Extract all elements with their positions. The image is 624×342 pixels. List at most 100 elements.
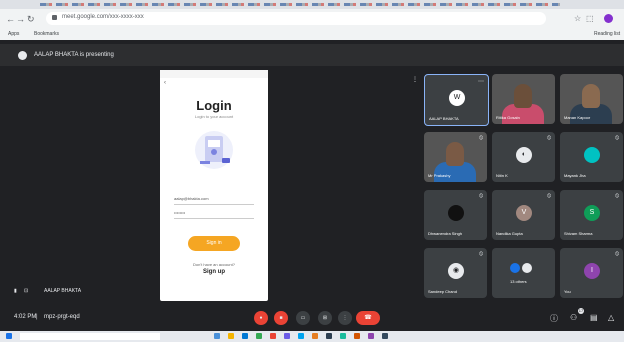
others-tile[interactable]: 13 others [492,248,555,298]
meeting-time: 4:02 PM [14,314,37,320]
avatar [522,263,532,273]
participant-tile[interactable]: I ⦸ You [560,248,623,298]
login-title: Login [196,98,232,113]
participant-name: Shivam Sharma [564,231,593,236]
control-bar [0,302,624,332]
avatar: V [516,205,532,221]
unpin-icon[interactable]: ⋮ [412,76,418,83]
profile-avatar[interactable] [604,14,613,23]
avatar [448,205,464,221]
forward-icon[interactable]: → [16,13,25,25]
sign-in-button[interactable]: Sign in [188,236,240,251]
participant-tile[interactable]: ⦸ Dhwanendra Singh [424,190,487,240]
participant-name: You [564,289,571,294]
taskbar-app-icon[interactable] [326,333,332,339]
participant-video-face [446,142,464,166]
participant-video-face [582,84,600,108]
login-subtitle: Login to your account [194,114,234,119]
participant-name: Nitin K [496,173,508,178]
participant-tile[interactable]: W ⋯ AALAP BHAKTA [424,74,489,126]
mic-off-icon: ⦸ [615,193,619,199]
participant-tile[interactable]: ⦸ Mr Prakashy [424,132,487,182]
participant-name: 13 others [510,279,527,284]
bookmark-apps[interactable]: Apps [8,31,19,37]
taskbar-app-icon[interactable] [256,333,262,339]
extensions-icon[interactable]: ⬚ [586,14,594,23]
participant-tile[interactable]: Manan Kapoor [560,74,623,124]
avatar: S [584,205,600,221]
participant-tile[interactable]: Ritika Gosain [492,74,555,124]
email-value: aalap@bhakta.com [174,196,209,201]
present-button[interactable]: ⊞ [318,311,332,325]
participant-name: Nandika Gupta [496,231,523,236]
participant-tile[interactable]: ⦸ Mayank Jha [560,132,623,182]
email-field[interactable]: aalap@bhakta.com [174,196,254,205]
mic-off-icon: ⦸ [615,135,619,141]
participant-name: Mayank Jha [564,173,586,178]
more-options-button[interactable]: ⋮ [338,311,352,325]
sign-up-link[interactable]: Sign up [160,269,268,275]
avatar: ◐ [516,147,532,163]
participant-name: Mr Prakashy [428,173,451,178]
back-arrow-icon: ‹ [164,80,166,86]
taskbar-app-icon[interactable] [298,333,304,339]
meeting-code: mpz-prgt-eqd [44,314,80,320]
taskbar-app-icon[interactable] [382,333,388,339]
participant-name: AALAP BHAKTA [429,116,459,121]
star-icon[interactable]: ☆ [574,14,581,23]
participant-tile[interactable]: ◉ ⦸ Sandeep Chand [424,248,487,298]
taskbar-app-icon[interactable] [368,333,374,339]
camera-toggle-button[interactable]: ■ [274,311,288,325]
present-icon [18,51,27,60]
taskbar-app-icon[interactable] [228,333,234,339]
participant-name: Manan Kapoor [564,115,591,120]
participant-tile[interactable]: ◐ ⦸ Nitin K [492,132,555,182]
taskbar-app-icon[interactable] [242,333,248,339]
mic-off-icon: ⦸ [547,135,551,141]
people-count-badge: 17 [578,308,584,314]
bookmarks-bar: Apps Bookmarks Reading list [0,28,624,40]
tab-strip[interactable] [0,0,624,9]
taskbar-app-icon[interactable] [340,333,346,339]
participant-name: Ritika Gosain [496,115,520,120]
people-icon[interactable]: ⚇ [570,313,577,322]
reload-icon[interactable]: ↻ [27,13,35,25]
taskbar-app-icon[interactable] [284,333,290,339]
password-value: •••••••• [174,210,186,215]
mic-off-icon: ⦸ [615,251,619,257]
chat-icon[interactable]: ▤ [590,313,598,322]
captions-button[interactable]: ▭ [296,311,310,325]
participant-tile[interactable]: V ⦸ Nandika Gupta [492,190,555,240]
participant-tile[interactable]: S ⦸ Shivam Sharma [560,190,623,240]
login-illustration [195,131,233,169]
mic-off-icon: ⦸ [547,193,551,199]
url-text[interactable]: meet.google.com/xxx-xxxx-xxx [62,14,144,20]
mic-toggle-button[interactable]: ● [254,311,268,325]
leave-call-button[interactable]: ☎ [356,311,380,325]
taskbar-app-icon[interactable] [214,333,220,339]
taskbar-app-icon[interactable] [312,333,318,339]
logo-icon: W [449,90,465,106]
bookmark-reading-list[interactable]: Reading list [594,31,620,37]
participant-name: Dhwanendra Singh [428,231,463,236]
password-field[interactable]: •••••••• [174,210,254,219]
no-account-text: Don't have an account? [193,262,235,267]
mic-icon: ▮ [14,288,17,294]
separator: | [36,314,38,320]
taskbar-search[interactable] [20,333,160,340]
back-icon[interactable]: ← [6,13,15,25]
activities-icon[interactable]: △ [608,313,614,322]
info-icon[interactable]: ⓘ [550,313,558,324]
presenting-label: AALAP BHAKTA is presenting [34,52,114,58]
more-options-icon[interactable]: ⋯ [478,78,484,85]
avatar [584,147,600,163]
taskbar-app-icon[interactable] [270,333,276,339]
participant-video-face [514,84,532,108]
taskbar-app-icon[interactable] [354,333,360,339]
self-name: AALAP BHAKTA [44,288,82,294]
windows-start-icon[interactable] [6,333,12,339]
lock-icon [52,15,57,20]
tabs[interactable] [40,3,560,6]
participant-name: Sandeep Chand [428,289,457,294]
bookmark-bookmarks[interactable]: Bookmarks [34,31,59,37]
